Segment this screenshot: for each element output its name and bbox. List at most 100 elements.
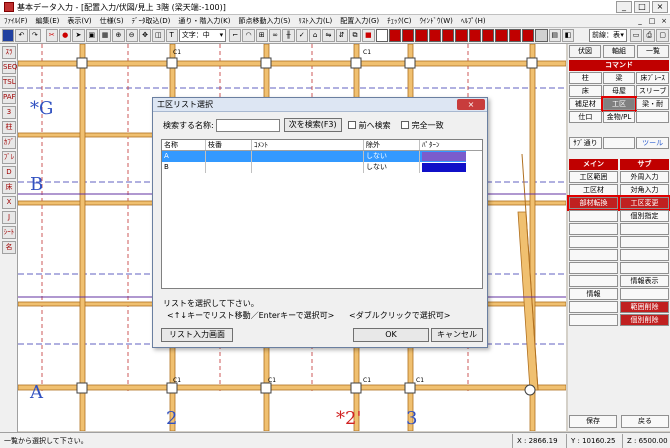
sub-individual-select[interactable]: 個別指定 (620, 210, 669, 222)
zoom-out-icon[interactable]: ⊖ (125, 29, 138, 42)
display-mode-combo[interactable]: 前線：表 ▾ (588, 29, 627, 42)
col-header-pattern[interactable]: ﾊﾟﾀｰﾝ (420, 140, 466, 150)
window-icon[interactable]: ▢ (656, 29, 669, 42)
save-button[interactable]: 保存 (569, 415, 617, 428)
cmd-purlin[interactable]: 母屋 (602, 85, 636, 97)
color-swatch-12[interactable] (521, 29, 535, 42)
menu-help[interactable]: ﾍﾙﾌﾟ(H) (457, 16, 490, 26)
monitor-icon[interactable]: ▭ (629, 29, 643, 42)
cmd-supplement[interactable]: 補足材 (569, 98, 602, 110)
menu-grid-input[interactable]: 通り・階入力(K) (174, 16, 234, 26)
check-icon[interactable]: ✓ (295, 29, 308, 42)
search-input[interactable] (215, 118, 280, 132)
find-next-button[interactable]: 次を検索(F3) (283, 118, 342, 132)
snap-icon[interactable]: ⌂ (308, 29, 322, 42)
main-zone-member[interactable]: 工区材 (569, 184, 618, 196)
color-swatch-1[interactable] (375, 29, 388, 42)
font-size-combo[interactable]: 文字：中 ▾ (178, 29, 227, 42)
layer-icon[interactable]: ▤ (548, 29, 561, 42)
tool-button-13[interactable]: ｼｰﾄ (2, 226, 16, 239)
mirror-icon[interactable]: ⇋ (322, 29, 335, 42)
color-swatch-2[interactable] (388, 29, 402, 42)
grid-icon[interactable]: ▦ (98, 29, 112, 42)
close-button[interactable]: × (652, 1, 668, 13)
cmd-floor-brace[interactable]: 床ﾌﾞﾚｰｽ (636, 72, 669, 84)
sub-range-delete[interactable]: 範囲削除 (620, 301, 669, 313)
cmd-sleeve[interactable]: スリーブ (636, 85, 669, 97)
minimize-button[interactable]: _ (616, 1, 632, 13)
color-swatch-10[interactable] (495, 29, 508, 42)
tool-button[interactable]: ツール (636, 137, 669, 149)
menu-import[interactable]: ﾃﾞｰﾀ取込(D) (128, 16, 175, 26)
tool-button-1[interactable]: ｽﾗ (2, 46, 16, 59)
find-previous-checkbox[interactable]: 前へ検索 (347, 120, 391, 131)
color-swatch-6[interactable] (442, 29, 455, 42)
color-swatch-11[interactable] (508, 29, 521, 42)
tool-button-4[interactable]: PAF (2, 91, 16, 104)
tool-button-3[interactable]: TSL (2, 76, 16, 89)
col-header-branch[interactable]: 枝番 (206, 140, 252, 150)
color-swatch-5[interactable] (428, 29, 442, 42)
sub-perimeter-input[interactable]: 外周入力 (620, 171, 669, 183)
tool-button-11[interactable]: X (2, 196, 16, 209)
cut-icon[interactable]: ✂ (45, 29, 58, 42)
color-swatch-3[interactable] (402, 29, 415, 42)
menu-spec[interactable]: 仕様(S) (96, 16, 128, 26)
color-swatch-4[interactable] (415, 29, 428, 42)
record-icon[interactable]: ■ (362, 29, 375, 42)
cancel-button[interactable]: キャンセル (431, 328, 483, 342)
tool-button-6[interactable]: 柱 (2, 121, 16, 134)
color-swatch-8[interactable] (468, 29, 482, 42)
color-swatch-7[interactable] (455, 29, 468, 42)
menu-placement[interactable]: 配置入力(G) (336, 16, 383, 26)
zoom-in-icon[interactable]: ⊕ (112, 29, 125, 42)
back-button[interactable]: 戻る (621, 415, 669, 428)
color-swatch-13[interactable] (535, 29, 548, 42)
menu-view[interactable]: 表示(V) (63, 16, 95, 26)
tool-button-14[interactable]: 名 (2, 241, 16, 254)
main-member-convert[interactable]: 部材転換 (567, 195, 620, 211)
list-view-button[interactable]: 一覧 (637, 45, 669, 58)
text-icon[interactable]: T (165, 29, 178, 42)
tool-button-2[interactable]: SEQ (2, 61, 17, 74)
maximize-button[interactable]: □ (634, 1, 650, 13)
sub-individual-delete[interactable]: 個別削除 (620, 314, 669, 326)
menu-check[interactable]: ﾁｪｯｸ(C) (383, 16, 415, 26)
tool-button-7[interactable]: ｶﾌﾞ (2, 136, 16, 149)
menu-list-input[interactable]: ﾘｽﾄ入力(L) (294, 16, 336, 26)
tool-button-10[interactable]: 床 (2, 181, 16, 194)
cmd-beam[interactable]: 梁 (602, 72, 636, 84)
arrow-icon[interactable]: ⇵ (335, 29, 348, 42)
ok-button[interactable]: OK (353, 328, 429, 342)
exact-match-checkbox[interactable]: 完全一致 (400, 120, 444, 131)
shade-icon[interactable]: ◧ (561, 29, 575, 42)
save-icon[interactable] (2, 29, 15, 42)
tool-button-5[interactable]: 3 (2, 106, 16, 119)
main-zone-range[interactable]: 工区範囲 (569, 171, 618, 183)
sub-info-display[interactable]: 情報表示 (620, 275, 669, 287)
copy-icon[interactable]: ⧉ (348, 29, 362, 42)
tool-button-8[interactable]: ﾌﾞﾚ (2, 151, 16, 164)
arc-icon[interactable]: ◠ (242, 29, 255, 42)
table-row[interactable]: B しない (162, 162, 482, 173)
mdi-restore-button[interactable]: □ (646, 17, 658, 25)
table-row[interactable]: A しない (162, 151, 482, 162)
mdi-minimize-button[interactable]: _ (634, 17, 646, 25)
cmd-beam-resist[interactable]: 梁・耐 (636, 98, 669, 110)
print-icon[interactable]: ⎙ (643, 29, 656, 42)
plan-view-button[interactable]: 伏図 (569, 45, 601, 58)
col-header-comment[interactable]: ｺﾒﾝﾄ (252, 140, 364, 150)
elevation-view-button[interactable]: 軸組 (603, 45, 635, 58)
undo-icon[interactable]: ↶ (15, 29, 28, 42)
redo-icon[interactable]: ↷ (28, 29, 41, 42)
dialog-close-button[interactable]: × (457, 99, 485, 110)
mdi-close-button[interactable]: × (658, 17, 670, 25)
col-header-name[interactable]: 名称 (162, 140, 206, 150)
main-info[interactable]: 情報 (569, 288, 618, 300)
link-icon[interactable]: ∞ (269, 29, 282, 42)
menu-edit[interactable]: 編集(E) (32, 16, 64, 26)
stair-icon[interactable]: ⌐ (229, 29, 242, 42)
menu-node-move[interactable]: 節点移動入力(S) (234, 16, 294, 26)
measure-icon[interactable]: ⊞ (255, 29, 269, 42)
zoom-window-icon[interactable]: ▣ (85, 29, 98, 42)
